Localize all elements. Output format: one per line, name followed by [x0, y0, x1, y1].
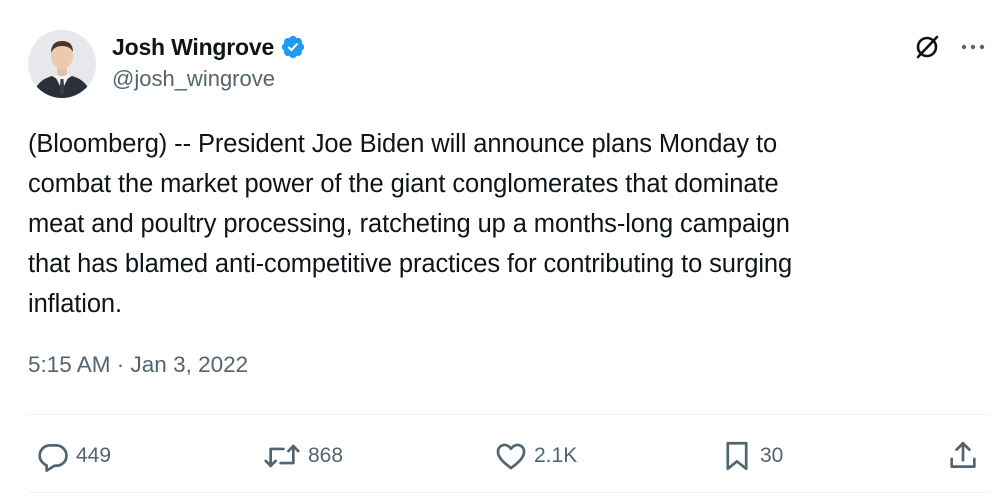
reply-button[interactable]: 449 — [36, 438, 111, 474]
grok-icon[interactable] — [912, 32, 942, 62]
like-count: 2.1K — [534, 444, 578, 467]
repost-button[interactable]: 868 — [262, 438, 343, 474]
bookmark-button[interactable]: 30 — [720, 438, 783, 474]
bookmark-icon — [726, 441, 748, 471]
heart-icon — [496, 443, 526, 470]
bookmark-count: 30 — [760, 444, 784, 467]
repost-icon — [264, 444, 300, 468]
share-icon — [950, 441, 976, 468]
author-handle[interactable]: @josh_wingrove — [112, 66, 275, 92]
divider — [28, 492, 990, 493]
divider — [28, 414, 990, 415]
share-button[interactable] — [946, 438, 980, 474]
avatar[interactable] — [28, 30, 96, 98]
author-name-row[interactable]: Josh Wingrove — [112, 30, 306, 64]
reply-count: 449 — [76, 444, 112, 467]
more-icon[interactable] — [958, 34, 988, 60]
action-bar: 449 868 2.1K 30 — [0, 432, 1006, 480]
repost-count: 868 — [308, 444, 344, 467]
tweet-timestamp[interactable]: 5:15 AM · Jan 3, 2022 — [28, 352, 248, 378]
tweet-text: (Bloomberg) -- President Joe Biden will … — [28, 130, 793, 318]
display-name[interactable]: Josh Wingrove — [112, 34, 274, 61]
tweet-card: Josh Wingrove @josh_wingrove (Bloomberg)… — [0, 0, 1006, 496]
like-button[interactable]: 2.1K — [494, 438, 577, 474]
verified-badge-icon — [280, 34, 306, 60]
avatar-image — [28, 30, 96, 98]
reply-icon — [38, 444, 68, 472]
